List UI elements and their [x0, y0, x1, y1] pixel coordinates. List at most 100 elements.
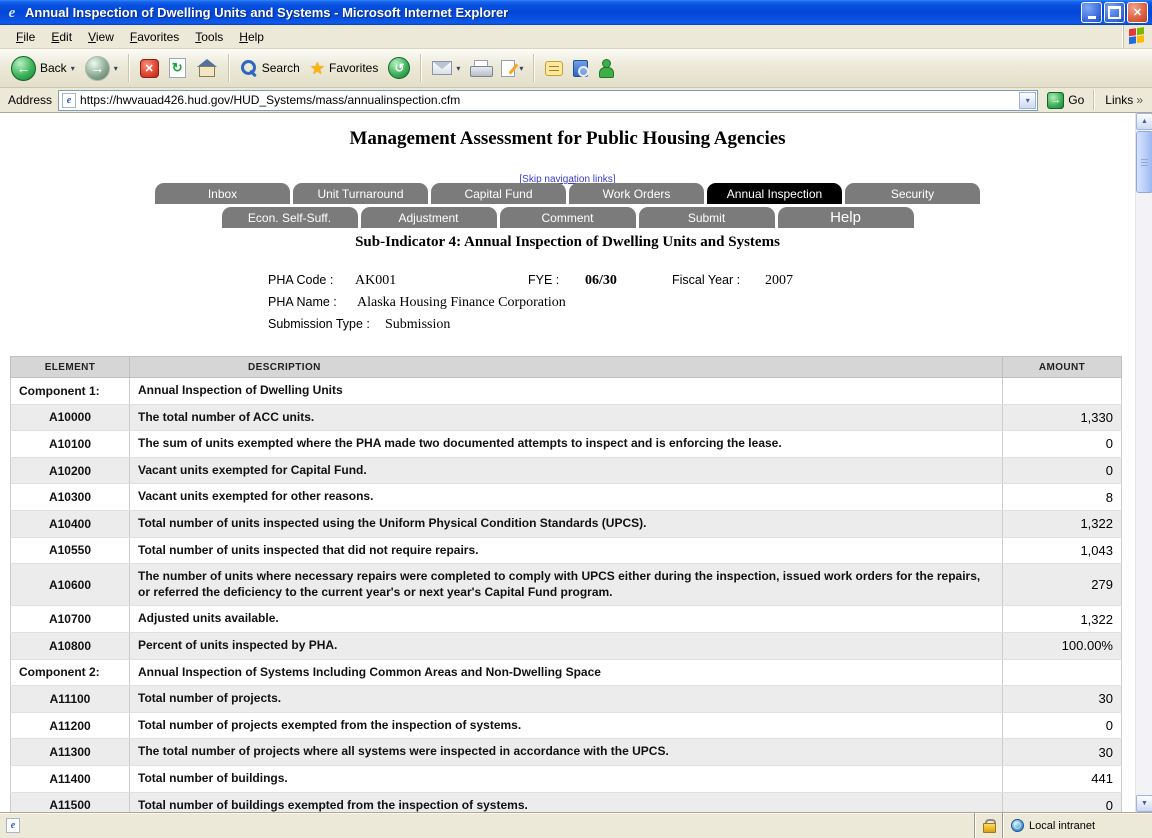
- menu-favorites[interactable]: Favorites: [122, 27, 187, 47]
- menu-view[interactable]: View: [80, 27, 122, 47]
- inspection-table: ELEMENT DESCRIPTION AMOUNT Component 1: …: [10, 356, 1122, 812]
- messenger-button[interactable]: [594, 57, 618, 80]
- description-cell: Total number of units inspected that did…: [130, 537, 1003, 564]
- description-cell: The sum of units exempted where the PHA …: [130, 431, 1003, 458]
- toolbar-separator: [228, 54, 230, 82]
- tab-work-orders[interactable]: Work Orders: [569, 183, 704, 204]
- edit-icon: [501, 60, 515, 77]
- back-button[interactable]: ← Back ▾: [7, 54, 79, 83]
- amount-cell: 8: [1003, 484, 1122, 511]
- element-cell: A11400: [11, 765, 130, 792]
- pha-code-value: AK001: [355, 273, 396, 289]
- element-cell: A10400: [11, 510, 130, 537]
- tab-security[interactable]: Security: [845, 183, 980, 204]
- tab-help[interactable]: Help: [778, 207, 914, 228]
- tab-econ-self-suff[interactable]: Econ. Self-Suff.: [222, 207, 358, 228]
- tab-adjustment[interactable]: Adjustment: [361, 207, 497, 228]
- submission-type-label: Submission Type :: [268, 317, 370, 331]
- maximize-button[interactable]: [1104, 2, 1125, 23]
- messenger-icon: [598, 59, 614, 78]
- scrollbar-thumb[interactable]: [1136, 131, 1152, 193]
- back-icon: ←: [11, 56, 36, 81]
- element-cell: A11500: [11, 792, 130, 812]
- amount-cell: 1,043: [1003, 537, 1122, 564]
- refresh-button[interactable]: ↻: [165, 56, 190, 80]
- fye-label: FYE :: [528, 273, 559, 287]
- scroll-up-button[interactable]: ▲: [1136, 113, 1152, 130]
- element-cell: A10550: [11, 537, 130, 564]
- research-button[interactable]: [569, 58, 592, 79]
- element-cell: Component 2:: [11, 659, 130, 686]
- nav-tabs-row2: Econ. Self-Suff. Adjustment Comment Subm…: [0, 207, 1135, 228]
- tab-capital-fund[interactable]: Capital Fund: [431, 183, 566, 204]
- forward-button[interactable]: → ▾: [81, 54, 122, 83]
- research-icon: [573, 60, 588, 77]
- links-button[interactable]: Links »: [1101, 93, 1147, 107]
- stop-button[interactable]: ✕: [136, 57, 163, 80]
- menu-edit[interactable]: Edit: [43, 27, 80, 47]
- description-cell: Annual Inspection of Systems Including C…: [130, 659, 1003, 686]
- address-input[interactable]: https://hwvauad426.hud.gov/HUD_Systems/m…: [58, 90, 1038, 111]
- table-row: A10100 The sum of units exempted where t…: [11, 431, 1122, 458]
- description-cell: Annual Inspection of Dwelling Units: [130, 378, 1003, 405]
- forward-dropdown-icon[interactable]: ▾: [114, 64, 118, 73]
- tab-submit[interactable]: Submit: [639, 207, 775, 228]
- fye-value: 06/30: [585, 273, 617, 289]
- menu-help[interactable]: Help: [231, 27, 272, 47]
- back-dropdown-icon[interactable]: ▾: [71, 64, 75, 73]
- amount-cell: 0: [1003, 457, 1122, 484]
- go-button[interactable]: → Go: [1044, 91, 1087, 110]
- print-button[interactable]: [466, 58, 495, 79]
- tab-annual-inspection[interactable]: Annual Inspection: [707, 183, 842, 204]
- lock-icon: [983, 819, 994, 833]
- edit-button[interactable]: ▾: [497, 58, 527, 79]
- table-row: A11500 Total number of buildings exempte…: [11, 792, 1122, 812]
- element-cell: A10100: [11, 431, 130, 458]
- toolbar-separator: [420, 54, 422, 82]
- amount-cell: 441: [1003, 765, 1122, 792]
- amount-cell: [1003, 378, 1122, 405]
- address-url[interactable]: https://hwvauad426.hud.gov/HUD_Systems/m…: [80, 93, 1015, 107]
- print-icon: [470, 60, 491, 77]
- table-row: A10400 Total number of units inspected u…: [11, 510, 1122, 537]
- table-row: A11300 The total number of projects wher…: [11, 739, 1122, 766]
- favorites-button[interactable]: ★ Favorites: [306, 58, 383, 79]
- tab-inbox[interactable]: Inbox: [155, 183, 290, 204]
- titlebar: e Annual Inspection of Dwelling Units an…: [0, 0, 1152, 25]
- minimize-button[interactable]: [1081, 2, 1102, 23]
- windows-flag-icon: [1129, 27, 1146, 46]
- history-icon: ↺: [388, 57, 410, 79]
- throbber: [1122, 25, 1152, 48]
- history-button[interactable]: ↺: [384, 55, 414, 81]
- details-row: PHA Name : Alaska Housing Finance Corpor…: [268, 295, 908, 317]
- window-controls: ✕: [1081, 2, 1148, 23]
- close-button[interactable]: ✕: [1127, 2, 1148, 23]
- amount-cell: 30: [1003, 686, 1122, 713]
- menu-file[interactable]: File: [8, 27, 43, 47]
- amount-cell: 279: [1003, 564, 1122, 606]
- refresh-icon: ↻: [169, 58, 186, 78]
- tab-unit-turnaround[interactable]: Unit Turnaround: [293, 183, 428, 204]
- submission-type-value: Submission: [385, 317, 450, 333]
- element-cell: A11300: [11, 739, 130, 766]
- description-cell: Total number of projects.: [130, 686, 1003, 713]
- address-dropdown-button[interactable]: ▾: [1019, 92, 1036, 109]
- details-row: Submission Type : Submission: [268, 317, 908, 339]
- home-button[interactable]: [192, 57, 222, 79]
- amount-cell: 100.00%: [1003, 632, 1122, 659]
- discuss-button[interactable]: [541, 59, 567, 78]
- globe-icon: [1011, 819, 1024, 832]
- element-cell: A11200: [11, 712, 130, 739]
- menu-tools[interactable]: Tools: [187, 27, 231, 47]
- search-button[interactable]: Search: [236, 57, 304, 79]
- tab-comment[interactable]: Comment: [500, 207, 636, 228]
- scroll-down-button[interactable]: ▼: [1136, 795, 1152, 812]
- edit-dropdown-icon[interactable]: ▾: [519, 64, 523, 73]
- links-separator: [1093, 90, 1095, 110]
- mail-dropdown-icon[interactable]: ▾: [456, 64, 460, 73]
- header-amount: AMOUNT: [1003, 357, 1122, 378]
- forward-icon: →: [85, 56, 110, 81]
- table-header-row: ELEMENT DESCRIPTION AMOUNT: [11, 357, 1122, 378]
- mail-button[interactable]: ▾: [428, 59, 464, 77]
- vertical-scrollbar[interactable]: ▲ ▼: [1135, 113, 1152, 812]
